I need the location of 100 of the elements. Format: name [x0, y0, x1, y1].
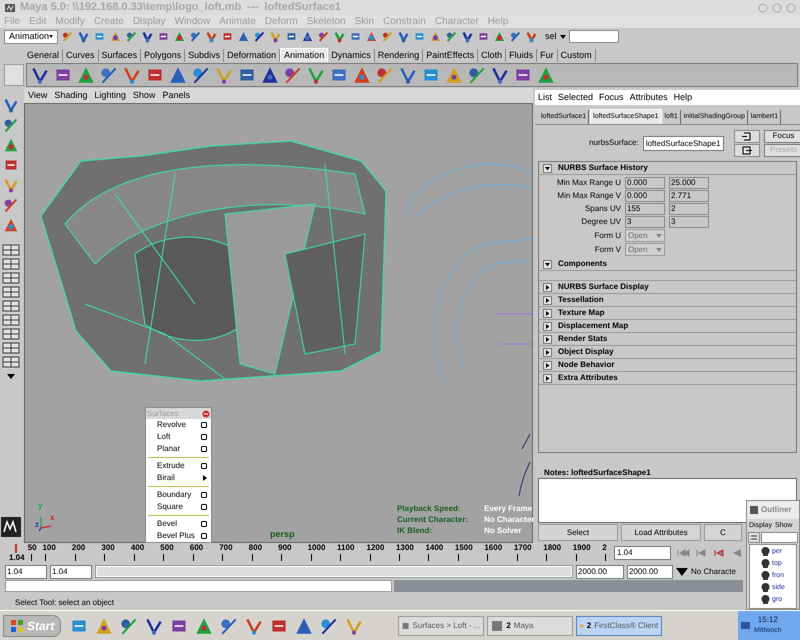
layout-icon[interactable]: [2, 258, 20, 270]
menu-item[interactable]: Planar: [157, 445, 180, 453]
layout-icon[interactable]: [2, 356, 20, 368]
caret-icon[interactable]: [676, 568, 688, 576]
tool-icon[interactable]: [173, 30, 186, 43]
expand-icon[interactable]: [543, 308, 552, 318]
character-set-label[interactable]: No Characte: [691, 566, 736, 578]
node-name-field[interactable]: loftedSurfaceShape1: [642, 136, 724, 150]
tool-icon[interactable]: [2, 96, 20, 114]
playback-start-field[interactable]: 1.04: [50, 564, 92, 578]
menu-item[interactable]: Loft: [157, 433, 170, 441]
current-time-field[interactable]: 1.04: [614, 546, 671, 560]
time-slider[interactable]: 1.04 50 100 200 300 400 500 600 700 800 900 1000 1100 1200 1300 1400 1500 1600 1700 1800 1900 2: [8, 544, 606, 562]
menu-item[interactable]: Help: [674, 90, 692, 104]
start-time-field[interactable]: 1.04: [5, 564, 47, 578]
menu-item[interactable]: Bevel: [157, 520, 178, 528]
layout-icon[interactable]: [2, 328, 20, 340]
tool-icon[interactable]: [509, 30, 522, 43]
value-field[interactable]: 155: [625, 203, 665, 215]
shelf-tab[interactable]: Cloth: [478, 49, 506, 62]
layout-icon[interactable]: [2, 314, 20, 326]
tool-icon[interactable]: [461, 30, 474, 43]
layout-icon[interactable]: [2, 342, 20, 354]
menu-item[interactable]: Square: [157, 503, 183, 511]
value-field[interactable]: 0.000: [625, 177, 665, 189]
tool-icon[interactable]: [269, 30, 282, 43]
tool-icon[interactable]: [333, 30, 346, 43]
tool-icon[interactable]: [301, 30, 314, 43]
value-field[interactable]: 3: [669, 216, 709, 228]
tool-icon[interactable]: [253, 30, 266, 43]
editor-button[interactable]: Focus: [764, 130, 800, 142]
value-field[interactable]: 3: [625, 216, 665, 228]
section-title[interactable]: NURBS Surface History: [558, 162, 648, 174]
menu-item[interactable]: Extrude: [157, 462, 185, 470]
menu-set-dropdown[interactable]: Animation: [4, 30, 58, 44]
expand-icon[interactable]: [543, 360, 552, 370]
shelf-tab[interactable]: Rendering: [374, 49, 424, 62]
section-title[interactable]: NURBS Surface Display: [558, 281, 649, 293]
section-title[interactable]: Render Stats: [558, 333, 608, 345]
tool-icon[interactable]: [109, 30, 122, 43]
menu-item[interactable]: List: [538, 90, 552, 104]
collapse-icon[interactable]: [543, 260, 552, 268]
filter-field[interactable]: [761, 532, 798, 543]
option-box-icon[interactable]: [201, 521, 207, 527]
menu-item[interactable]: Selected: [558, 90, 594, 104]
tool-icon[interactable]: [445, 30, 458, 43]
shelf-tab[interactable]: PaintEffects: [423, 49, 478, 62]
editor-button[interactable]: Select: [538, 524, 618, 541]
command-field[interactable]: [5, 580, 392, 592]
close-icon[interactable]: [202, 410, 210, 418]
tool-icon[interactable]: [2, 176, 20, 194]
menu-item[interactable]: Boundary: [157, 491, 192, 499]
selection-field[interactable]: [568, 30, 619, 43]
editor-button[interactable]: C: [704, 524, 742, 541]
panel-menu-item[interactable]: Show: [132, 88, 156, 102]
tool-icon[interactable]: [493, 30, 506, 43]
menu-item[interactable]: Focus: [599, 90, 624, 104]
shelf-menu-button[interactable]: [4, 64, 24, 86]
option-box-icon[interactable]: [201, 463, 207, 469]
section-title[interactable]: Node Behavior: [558, 359, 614, 371]
selection-mode-label[interactable]: sel: [545, 30, 557, 44]
menu-item[interactable]: Attributes: [630, 90, 668, 104]
current-time-marker[interactable]: [15, 544, 17, 553]
shelf-tab[interactable]: Animation: [280, 48, 328, 62]
panel-menu-item[interactable]: Panels: [162, 88, 190, 102]
shelf-tab[interactable]: Subdivs: [185, 49, 224, 62]
expand-icon[interactable]: [543, 322, 552, 330]
tool-icon[interactable]: [2, 196, 20, 214]
shelf-tab[interactable]: Custom: [558, 49, 596, 62]
option-box-icon[interactable]: [201, 504, 207, 510]
shelf-tab[interactable]: Fur: [537, 49, 558, 62]
shelf-tab[interactable]: Curves: [63, 49, 99, 62]
section-title[interactable]: Tessellation: [558, 294, 604, 306]
section-title[interactable]: Object Display: [558, 346, 614, 358]
value-field[interactable]: 25.000: [669, 177, 709, 189]
expand-icon[interactable]: [543, 282, 552, 292]
tool-icon[interactable]: [77, 30, 90, 43]
tool-icon[interactable]: [2, 136, 20, 154]
option-box-icon[interactable]: [201, 422, 207, 428]
expand-icon[interactable]: [543, 296, 552, 304]
tool-icon[interactable]: [397, 30, 410, 43]
section-title[interactable]: Components: [558, 258, 607, 270]
layout-icon[interactable]: [2, 286, 20, 298]
panel-menu-item[interactable]: Lighting: [94, 88, 126, 102]
shelf-tab[interactable]: General: [24, 49, 64, 62]
tool-icon[interactable]: [429, 30, 442, 43]
expand-icon[interactable]: [543, 348, 552, 356]
panel-menu-item[interactable]: Shading: [54, 88, 88, 102]
value-field[interactable]: 2.771: [669, 190, 709, 202]
menu-item[interactable]: Revolve: [157, 421, 186, 429]
tool-icon[interactable]: [237, 30, 250, 43]
expand-icon[interactable]: [543, 334, 552, 344]
menu-item[interactable]: Bevel Plus: [157, 532, 195, 540]
value-field[interactable]: 2: [669, 203, 709, 215]
shelf-tab[interactable]: Surfaces: [98, 49, 142, 62]
shelf-tab[interactable]: Fluids: [506, 49, 538, 62]
section-title[interactable]: Texture Map: [558, 307, 605, 319]
layout-icon[interactable]: [2, 272, 20, 284]
option-box-icon[interactable]: [201, 434, 207, 440]
playback-end-field[interactable]: 2000.00: [576, 564, 624, 578]
